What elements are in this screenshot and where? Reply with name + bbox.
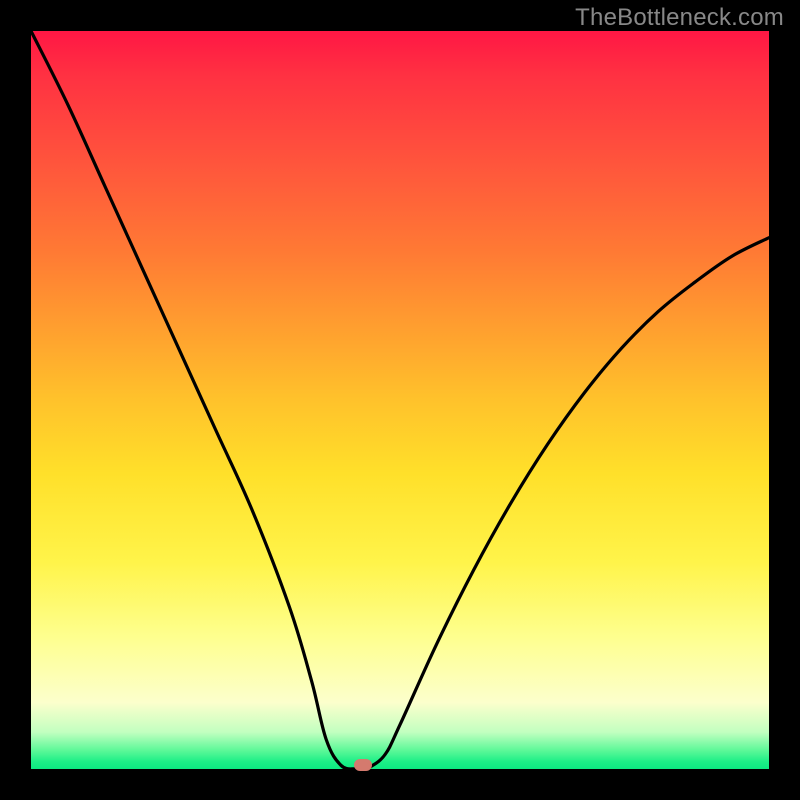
bottleneck-curve — [31, 31, 769, 769]
watermark-text: TheBottleneck.com — [575, 4, 784, 32]
chart-plot-area — [31, 31, 769, 769]
optimal-point-marker — [354, 759, 372, 771]
